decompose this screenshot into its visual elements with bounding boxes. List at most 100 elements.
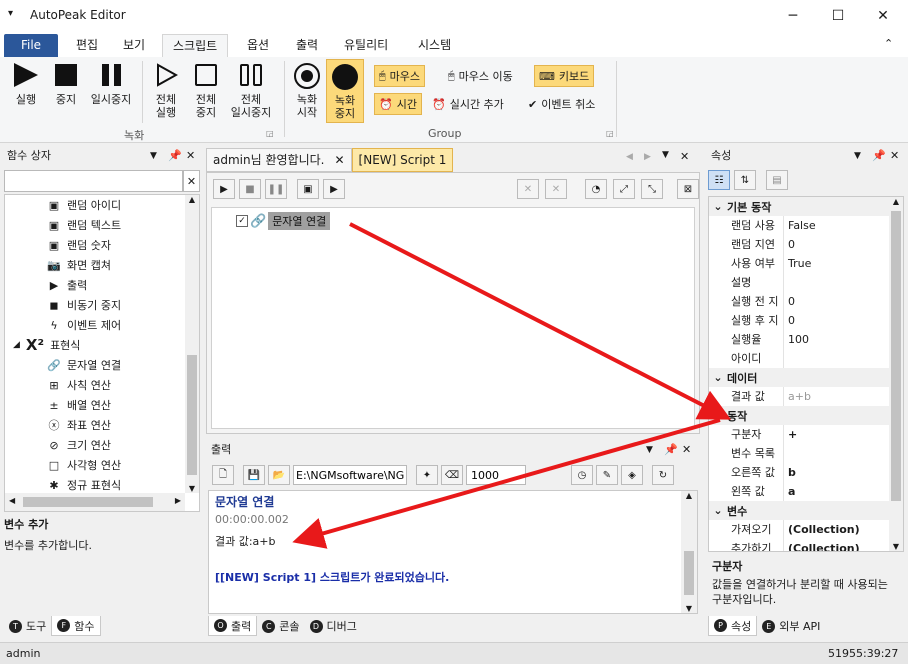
tab-file[interactable]: File: [4, 34, 58, 58]
collapse-icon[interactable]: ⌄: [709, 371, 727, 384]
property-row[interactable]: 변수 목록: [709, 444, 889, 463]
property-row[interactable]: 실행 전 지 0: [709, 292, 889, 311]
property-category[interactable]: ⌄ 데이터: [709, 368, 889, 387]
close-icon[interactable]: ✕: [186, 146, 195, 166]
pause-icon[interactable]: ❚❚: [265, 179, 287, 199]
tab-list-icon[interactable]: ▼: [662, 150, 669, 160]
clock-icon[interactable]: ◷: [571, 465, 593, 485]
script-node[interactable]: ✓ 🔗 문자열 연결: [236, 212, 331, 230]
categorized-icon[interactable]: ☷: [708, 170, 730, 190]
property-value[interactable]: b: [783, 463, 889, 482]
time-toggle[interactable]: ⏰ 시간: [374, 93, 422, 115]
stop-button[interactable]: 중지: [48, 63, 84, 106]
output-path-input[interactable]: [293, 465, 407, 485]
close-icon[interactable]: ✕: [682, 440, 691, 460]
property-row[interactable]: 가져오기 (Collection): [709, 520, 889, 539]
expression-item[interactable]: ⊘ 크기 연산: [47, 435, 121, 455]
keyboard-toggle[interactable]: ⌨ 키보드: [534, 65, 595, 87]
collapse-icon[interactable]: ⤡: [641, 179, 663, 199]
clean-icon[interactable]: ✦: [416, 465, 438, 485]
system-menu-icon[interactable]: ▾: [8, 8, 13, 19]
fill-icon[interactable]: ◈: [621, 465, 643, 485]
disabled-close-icon[interactable]: ✕: [545, 179, 567, 199]
pause-all-button[interactable]: 전체 일시중지: [226, 63, 276, 119]
property-value[interactable]: [783, 444, 889, 463]
function-item[interactable]: ▶ 출력: [47, 275, 121, 295]
property-value[interactable]: [783, 349, 889, 368]
property-value[interactable]: True: [783, 254, 889, 273]
scrollbar-thumb[interactable]: [684, 551, 694, 595]
scrollbar-thumb[interactable]: [23, 497, 153, 507]
property-row[interactable]: 랜덤 사용 False: [709, 216, 889, 235]
realtime-add-button[interactable]: ⏰ 실시간 추가: [428, 93, 508, 115]
tab-options[interactable]: 옵션: [237, 34, 279, 58]
expression-item[interactable]: 🔗 문자열 연결: [47, 355, 121, 375]
property-row[interactable]: 구분자 +: [709, 425, 889, 444]
function-item[interactable]: ◼ 비동기 중지: [47, 295, 121, 315]
property-value[interactable]: a: [783, 482, 889, 501]
line-count-input[interactable]: [466, 465, 526, 485]
minimize-button[interactable]: ─: [770, 0, 816, 32]
pin-icon[interactable]: 📌: [872, 146, 886, 166]
property-category[interactable]: ⌄ 변수: [709, 501, 889, 520]
brush-icon[interactable]: ✎: [596, 465, 618, 485]
close-tab-icon[interactable]: ✕: [334, 149, 344, 171]
sort-alpha-icon[interactable]: ⇅: [734, 170, 756, 190]
scrollbar-thumb[interactable]: [891, 211, 901, 501]
tab-view[interactable]: 보기: [113, 34, 155, 58]
tab-script1[interactable]: [NEW] Script 1: [351, 148, 454, 172]
pin-icon[interactable]: 📌: [168, 146, 182, 166]
collapse-icon[interactable]: ⌄: [709, 200, 727, 213]
property-value[interactable]: 0: [783, 235, 889, 254]
vertical-scrollbar[interactable]: ▲ ▼: [185, 195, 199, 493]
collapse-ribbon-icon[interactable]: ⌃: [884, 37, 893, 50]
run-next-icon[interactable]: ▶: [323, 179, 345, 199]
property-value[interactable]: 100: [783, 330, 889, 349]
node-checkbox[interactable]: ✓: [236, 215, 248, 227]
tab-utility[interactable]: 유틸리티: [334, 34, 398, 58]
maximize-button[interactable]: ☐: [815, 0, 861, 32]
refresh-icon[interactable]: ↻: [652, 465, 674, 485]
tab-debug[interactable]: D 디버그: [305, 616, 362, 636]
tab-output-log[interactable]: O 출력: [208, 616, 258, 636]
collapse-icon[interactable]: ⌄: [709, 409, 727, 422]
expression-item[interactable]: ⊞ 사칙 연산: [47, 375, 121, 395]
close-editor-icon[interactable]: ✕: [680, 150, 689, 163]
property-value[interactable]: +: [783, 425, 889, 444]
vertical-scrollbar[interactable]: ▲ ▼: [681, 491, 697, 613]
disabled-close-icon[interactable]: ✕: [517, 179, 539, 199]
property-value[interactable]: (Collection): [783, 520, 889, 539]
event-cancel-button[interactable]: ✔ 이벤트 취소: [524, 93, 599, 115]
tab-edit[interactable]: 편집: [66, 34, 108, 58]
property-row[interactable]: 실행 후 지 0: [709, 311, 889, 330]
reset-zoom-icon[interactable]: ◔: [585, 179, 607, 199]
expression-item[interactable]: ✱ 정규 표현식: [47, 475, 121, 495]
save-icon[interactable]: 💾: [243, 465, 265, 485]
vertical-scrollbar[interactable]: ▲ ▼: [889, 197, 903, 551]
tab-output[interactable]: 출력: [286, 34, 328, 58]
property-row[interactable]: 사용 여부 True: [709, 254, 889, 273]
property-row[interactable]: 실행율 100: [709, 330, 889, 349]
expression-item[interactable]: ± 배열 연산: [47, 395, 121, 415]
property-value[interactable]: 0: [783, 292, 889, 311]
record-start-button[interactable]: 녹화 시작: [290, 63, 324, 119]
run-frame-icon[interactable]: ▣: [297, 179, 319, 199]
new-file-icon[interactable]: 🗋: [212, 465, 234, 485]
function-search-input[interactable]: [4, 170, 183, 192]
panel-menu-icon[interactable]: ▼: [150, 146, 157, 166]
record-stop-button[interactable]: 녹화 중지: [326, 59, 364, 123]
mouse-toggle[interactable]: 🖱 마우스: [374, 65, 425, 87]
stop-icon[interactable]: ■: [239, 179, 261, 199]
property-row[interactable]: 오른쪽 값 b: [709, 463, 889, 482]
property-value[interactable]: (Collection): [783, 539, 889, 551]
property-row[interactable]: 랜덤 지연 0: [709, 235, 889, 254]
property-value[interactable]: a+b: [783, 387, 889, 406]
property-category[interactable]: ⌄ 기본 동작: [709, 197, 889, 216]
tab-prev-icon[interactable]: ◀: [626, 152, 633, 162]
property-row[interactable]: 결과 값 a+b: [709, 387, 889, 406]
expand-icon[interactable]: ⤢: [613, 179, 635, 199]
property-pages-icon[interactable]: ▤: [766, 170, 788, 190]
property-row[interactable]: 아이디: [709, 349, 889, 368]
collapse-icon[interactable]: ⌄: [709, 504, 727, 517]
property-row[interactable]: 추가하기 (Collection): [709, 539, 889, 551]
